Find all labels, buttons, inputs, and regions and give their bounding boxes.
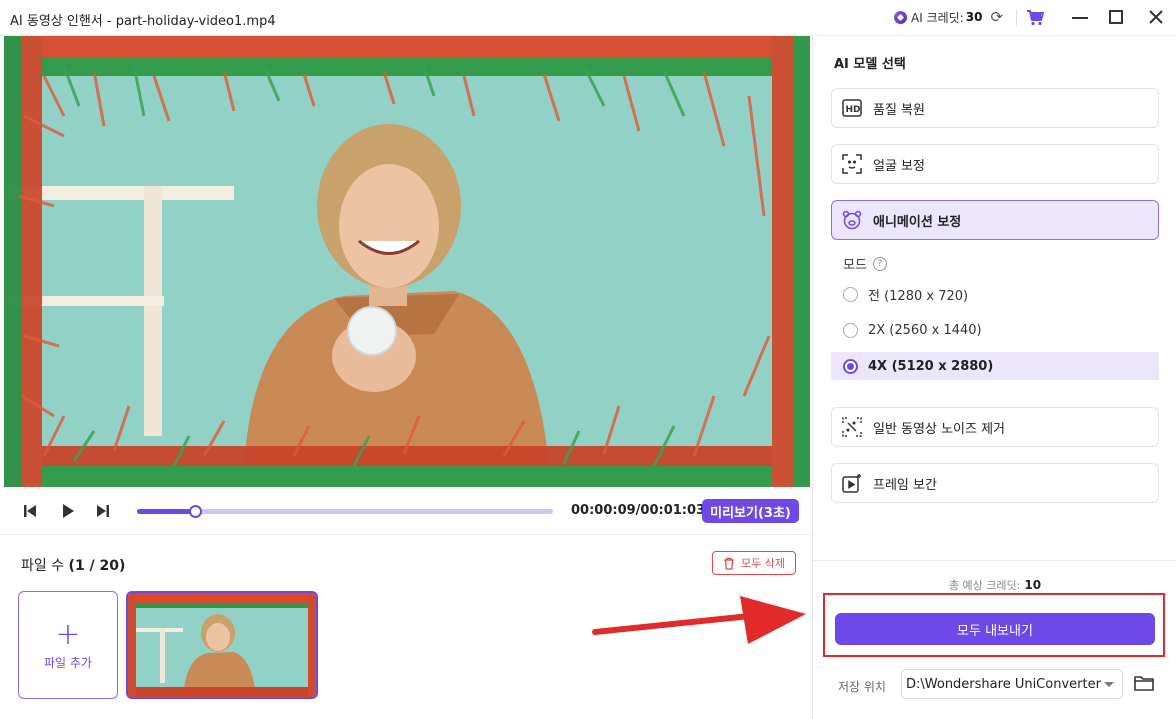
export-area: 총 예상 크레딧: 10 모두 내보내기 저장 위치 D:\Wondershare… <box>813 560 1176 719</box>
add-file-button[interactable]: + 파일 추가 <box>18 591 118 699</box>
next-frame-icon[interactable] <box>95 503 111 519</box>
file-count: 파일 수 (1 / 20) <box>21 555 125 575</box>
play-icon[interactable] <box>60 503 76 519</box>
ai-credit-value: 30 <box>965 10 983 24</box>
mode-option-4x[interactable]: 4X (5120 x 2880) <box>831 352 1159 380</box>
model-denoise[interactable]: 일반 동영상 노이즈 제거 <box>831 407 1159 447</box>
add-file-label: 파일 추가 <box>44 655 92 670</box>
model-label: 애니메이션 보정 <box>873 214 962 230</box>
estimated-credit-label: 총 예상 크레딧: <box>948 579 1021 592</box>
mode-option-2x[interactable]: 2X (2560 x 1440) <box>831 316 1159 344</box>
video-preview[interactable] <box>4 36 810 487</box>
maximize-button[interactable] <box>1109 10 1123 24</box>
face-scan-icon <box>842 154 862 174</box>
mode-label-text: 모드 <box>843 258 867 273</box>
folder-icon[interactable] <box>1133 673 1155 693</box>
window-title: AI 동영상 인핸서 - part-holiday-video1.mp4 <box>10 14 276 29</box>
delete-all-label: 모두 삭제 <box>741 557 785 570</box>
video-thumbnail[interactable] <box>126 591 318 699</box>
panel-title: AI 모델 선택 <box>834 57 906 72</box>
plus-icon: + <box>55 616 81 652</box>
model-frame-interpolation[interactable]: 프레임 보간 <box>831 463 1159 503</box>
save-location-select[interactable]: D:\Wondershare UniConverter <box>901 669 1123 699</box>
radio-button-selected[interactable] <box>843 358 858 374</box>
model-label: 품질 복원 <box>873 102 925 118</box>
minimize-button[interactable] <box>1072 17 1088 19</box>
ai-credit-icon <box>894 10 907 24</box>
save-location-value: D:\Wondershare UniConverter <box>906 676 1101 692</box>
mode-option-original[interactable]: 전 (1280 x 720) <box>831 280 1159 308</box>
help-icon[interactable]: ? <box>872 256 887 271</box>
mode-option-label: 2X (2560 x 1440) <box>868 322 982 338</box>
progress-bar[interactable] <box>137 505 553 518</box>
preview-button[interactable]: 미리보기(3초) <box>702 499 799 523</box>
model-label: 일반 동영상 노이즈 제거 <box>873 421 1005 437</box>
svg-text:HD: HD <box>846 105 861 115</box>
progress-fill <box>137 509 196 514</box>
model-face-enhance[interactable]: 얼굴 보정 <box>831 144 1159 184</box>
mode-label: 모드 ? <box>843 254 887 273</box>
save-location-label: 저장 위치 <box>838 680 886 694</box>
mode-option-label: 4X (5120 x 2880) <box>868 358 994 374</box>
ai-model-panel: AI 모델 선택 HD 품질 복원 얼굴 보정 애니메이션 보정 모드 ? 전 … <box>812 36 1176 719</box>
estimated-credit-value: 10 <box>1024 578 1042 592</box>
file-count-label: 파일 수 <box>21 558 65 574</box>
close-button[interactable] <box>1145 6 1167 28</box>
chevron-down-icon <box>1104 682 1114 687</box>
hd-icon: HD <box>842 98 862 118</box>
refresh-icon[interactable]: ⟳ <box>990 8 1003 26</box>
trash-icon <box>724 557 734 570</box>
cart-icon[interactable] <box>1025 7 1045 27</box>
radio-button[interactable] <box>843 286 858 302</box>
estimated-credit: 총 예상 크레딧: 10 <box>813 577 1176 593</box>
mode-options: 모드 ? 전 (1280 x 720) 2X (2560 x 1440) 4X … <box>831 240 1159 384</box>
model-label: 프레임 보간 <box>873 477 937 493</box>
radio-button[interactable] <box>843 322 858 338</box>
denoise-icon <box>842 417 862 437</box>
annotation-arrow-icon <box>592 596 806 644</box>
title-bar: AI 동영상 인핸서 - part-holiday-video1.mp4 AI … <box>0 0 1176 36</box>
video-frame <box>4 36 810 487</box>
frame-interpolation-icon <box>842 473 862 493</box>
thumbnail-image <box>128 593 316 697</box>
ai-credit-label: AI 크레딧: <box>911 10 964 25</box>
progress-handle[interactable] <box>189 505 203 518</box>
delete-all-button[interactable]: 모두 삭제 <box>712 551 796 575</box>
model-animation-enhance[interactable]: 애니메이션 보정 <box>831 200 1159 240</box>
export-all-button[interactable]: 모두 내보내기 <box>835 613 1155 645</box>
time-display: 00:00:09/00:01:03 <box>571 503 706 518</box>
previous-frame-icon[interactable] <box>22 503 38 519</box>
playback-controls: 00:00:09/00:01:03 미리보기(3초) <box>0 487 812 535</box>
model-label: 얼굴 보정 <box>873 158 925 174</box>
file-count-value: (1 / 20) <box>68 558 126 574</box>
model-quality-restore[interactable]: HD 품질 복원 <box>831 88 1159 128</box>
titlebar-divider <box>1016 10 1017 26</box>
bear-face-icon <box>842 210 862 230</box>
mode-option-label: 전 (1280 x 720) <box>868 288 969 304</box>
ai-credit-display: AI 크레딧: 30 ⟳ <box>894 8 1003 26</box>
